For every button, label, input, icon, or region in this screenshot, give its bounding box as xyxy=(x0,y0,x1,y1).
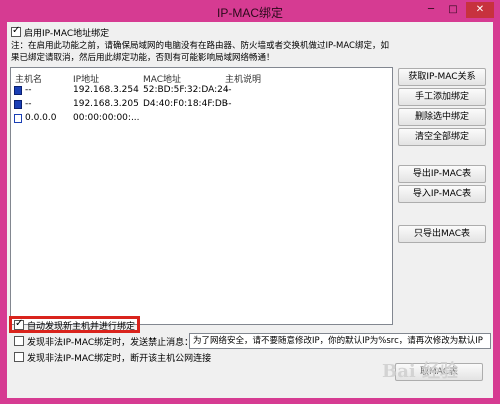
row-hostname: 0.0.0.0 xyxy=(25,113,57,123)
row-mac: D4:40:F0:18:4F:DB xyxy=(143,99,228,109)
enable-binding-checkbox[interactable] xyxy=(11,25,21,37)
prohibit-message-input[interactable]: 为了网络安全，请不要随意修改IP，你的默认IP为%src，请再次修改为默认IP xyxy=(189,333,491,349)
row-desc: -- xyxy=(225,85,232,95)
table-row[interactable]: 0.0.0.0 00:00:00:00:... xyxy=(11,112,391,126)
row-ip: 192.168.3.254 xyxy=(73,85,139,95)
highlight-box xyxy=(9,316,140,333)
row-ip: 00:00:00:00:... xyxy=(73,113,140,123)
import-ip-mac-button[interactable]: 导入IP-MAC表 xyxy=(398,185,486,203)
title-bar[interactable]: IP-MAC绑定 ─ □ ✕ xyxy=(0,0,500,22)
computer-icon xyxy=(14,86,22,95)
row-mac: 52:BD:5F:32:DA:24 xyxy=(143,85,229,95)
send-message-checkbox[interactable] xyxy=(14,336,24,346)
computer-icon xyxy=(14,100,22,109)
enable-binding-label[interactable]: 启用IP-MAC地址绑定 xyxy=(24,26,109,39)
row-hostname: -- xyxy=(25,85,32,95)
binding-table[interactable]: 主机名 IP地址 MAC地址 主机说明 -- 192.168.3.254 52:… xyxy=(10,67,393,325)
export-ip-mac-button[interactable]: 导出IP-MAC表 xyxy=(398,165,486,183)
get-ip-mac-relation-button[interactable]: 获取IP-MAC关系 xyxy=(398,68,486,86)
disconnect-checkbox[interactable] xyxy=(14,352,24,362)
computer-icon xyxy=(14,114,22,123)
clear-all-bindings-button[interactable]: 清空全部绑定 xyxy=(398,128,486,146)
send-message-label[interactable]: 发现非法IP-MAC绑定时，发送禁止消息： xyxy=(27,335,193,348)
export-mac-only-button[interactable]: 只导出MAC表 xyxy=(398,225,486,243)
row-ip: 192.168.3.205 xyxy=(73,99,139,109)
maximize-button[interactable]: □ xyxy=(443,2,463,18)
notice-text-line-1: 注：在启用此功能之前，请确保局域网的电脑没有在路由器、防火墙或者交换机做过IP-… xyxy=(11,41,389,51)
row-hostname: -- xyxy=(25,99,32,109)
delete-selected-binding-button[interactable]: 删除选中绑定 xyxy=(398,108,486,126)
window-frame: IP-MAC绑定 ─ □ ✕ 启用IP-MAC地址绑定 注：在启用此功能之前，请… xyxy=(0,0,500,404)
dialog-body: 启用IP-MAC地址绑定 注：在启用此功能之前，请确保局域网的电脑没有在路由器、… xyxy=(7,22,493,398)
notice-text-line-2: 果已绑定请取消，然后用此绑定功能，否则有可能影响局域网络畅通！ xyxy=(11,53,275,63)
row-desc: -- xyxy=(225,99,232,109)
manual-add-binding-button[interactable]: 手工添加绑定 xyxy=(398,88,486,106)
table-row[interactable]: -- 192.168.3.254 52:BD:5F:32:DA:24 -- xyxy=(11,84,391,98)
watermark-logo: Bai 经验 xyxy=(382,361,458,382)
table-row[interactable]: -- 192.168.3.205 D4:40:F0:18:4F:DB -- xyxy=(11,98,391,112)
disconnect-label[interactable]: 发现非法IP-MAC绑定时，断开该主机公网连接 xyxy=(27,351,211,364)
minimize-button[interactable]: ─ xyxy=(421,2,441,18)
close-button[interactable]: ✕ xyxy=(466,2,494,18)
